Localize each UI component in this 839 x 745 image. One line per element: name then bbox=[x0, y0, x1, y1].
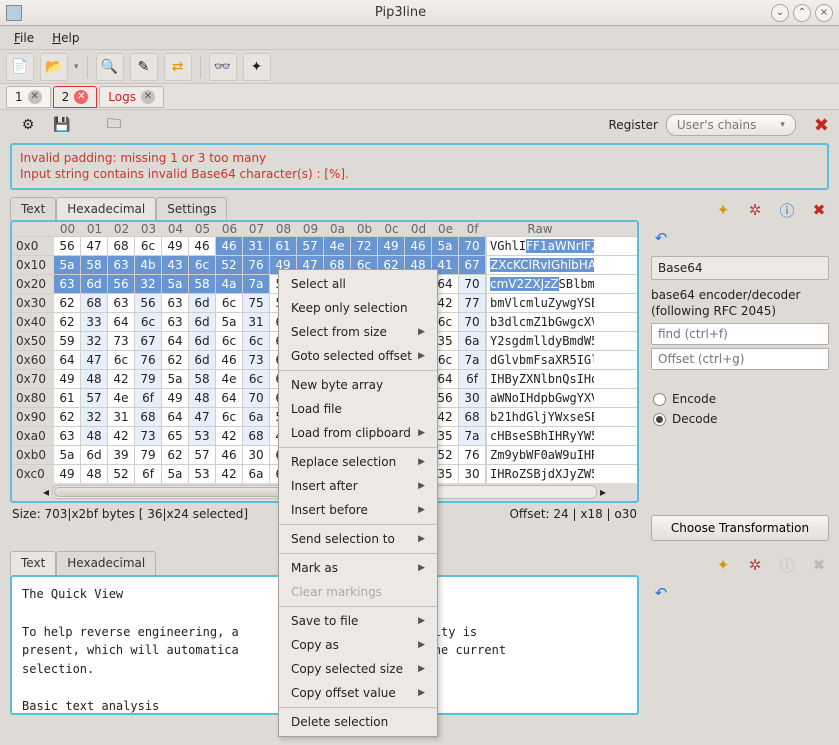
result-tab-text[interactable]: Text bbox=[10, 551, 56, 575]
edit-icon[interactable]: ✎ bbox=[130, 53, 158, 81]
transform-name: Base64 bbox=[651, 256, 829, 280]
tab-settings[interactable]: Settings bbox=[156, 197, 227, 220]
new-icon[interactable]: 📄 bbox=[6, 53, 34, 81]
app-icon bbox=[6, 5, 22, 21]
ctx-save-to-file[interactable]: Save to file▶ bbox=[279, 609, 437, 633]
delete-icon-disabled: ✖ bbox=[809, 555, 829, 575]
ctx-replace-selection[interactable]: Replace selection▶ bbox=[279, 450, 437, 474]
ctx-mark-as[interactable]: Mark as▶ bbox=[279, 556, 437, 580]
wand-icon[interactable]: ✦ bbox=[243, 53, 271, 81]
tab-text[interactable]: Text bbox=[10, 197, 56, 220]
save-icon[interactable]: 💾 bbox=[48, 111, 76, 139]
close-icon[interactable]: ✕ bbox=[74, 90, 88, 104]
undo-icon[interactable]: ↶ bbox=[651, 228, 671, 248]
offset-status: Offset: 24 | x18 | o30 bbox=[509, 507, 637, 521]
ctx-load-file[interactable]: Load file bbox=[279, 397, 437, 421]
gear2-icon[interactable]: ✲ bbox=[745, 200, 765, 220]
doc-tab-logs[interactable]: Logs✕ bbox=[99, 86, 164, 108]
doc-tab-1[interactable]: 1✕ bbox=[6, 86, 51, 108]
context-menu: Select all Keep only selection Select fr… bbox=[278, 269, 438, 737]
tab-hexadecimal[interactable]: Hexadecimal bbox=[56, 197, 156, 220]
ctx-goto-offset[interactable]: Goto selected offset▶ bbox=[279, 344, 437, 368]
undo-icon[interactable]: ↶ bbox=[651, 583, 671, 603]
ctx-clear-markings: Clear markings bbox=[279, 580, 437, 604]
menu-file[interactable]: File bbox=[6, 28, 42, 48]
ctx-new-byte-array[interactable]: New byte array bbox=[279, 373, 437, 397]
ctx-keep-selection[interactable]: Keep only selection bbox=[279, 296, 437, 320]
encode-radio[interactable]: Encode bbox=[651, 389, 829, 409]
result-tab-hex[interactable]: Hexadecimal bbox=[56, 551, 156, 575]
ctx-copy-as[interactable]: Copy as▶ bbox=[279, 633, 437, 657]
info-icon[interactable]: ⓘ bbox=[777, 200, 797, 220]
close-window-button[interactable]: × bbox=[815, 4, 833, 22]
swap-icon[interactable]: ⇄ bbox=[164, 53, 192, 81]
ctx-insert-before[interactable]: Insert before▶ bbox=[279, 498, 437, 522]
ctx-select-from-size[interactable]: Select from size▶ bbox=[279, 320, 437, 344]
folder-icon[interactable]: 🗀 bbox=[100, 111, 128, 139]
maximize-button[interactable]: ⌃ bbox=[793, 4, 811, 22]
zoom-icon[interactable]: 🔍 bbox=[96, 53, 124, 81]
menu-help[interactable]: Help bbox=[44, 28, 87, 48]
offset-input[interactable] bbox=[651, 348, 829, 370]
ctx-load-clipboard[interactable]: Load from clipboard▶ bbox=[279, 421, 437, 445]
ctx-copy-selected-size[interactable]: Copy selected size▶ bbox=[279, 657, 437, 681]
info-icon-disabled: ⓘ bbox=[777, 555, 797, 575]
ctx-delete-selection[interactable]: Delete selection bbox=[279, 710, 437, 734]
broom-icon[interactable]: ✦ bbox=[713, 200, 733, 220]
register-label: Register bbox=[609, 118, 658, 132]
register-select[interactable]: User's chains▾ bbox=[666, 114, 796, 136]
find-input[interactable] bbox=[651, 323, 829, 345]
window-title: Pip3line bbox=[30, 5, 771, 20]
decode-radio[interactable]: Decode bbox=[651, 409, 829, 429]
gear-icon[interactable]: ⚙ bbox=[14, 111, 42, 139]
ctx-insert-after[interactable]: Insert after▶ bbox=[279, 474, 437, 498]
transform-desc: base64 encoder/decoder (following RFC 20… bbox=[651, 288, 829, 319]
close-icon[interactable]: ✕ bbox=[141, 90, 155, 104]
close-panel-icon[interactable]: ✖ bbox=[814, 115, 829, 136]
error-box: Invalid padding: missing 1 or 3 too many… bbox=[10, 143, 829, 190]
ctx-send-selection[interactable]: Send selection to▶ bbox=[279, 527, 437, 551]
open-icon[interactable]: 📂 bbox=[40, 53, 68, 81]
ctx-select-all[interactable]: Select all bbox=[279, 272, 437, 296]
ctx-copy-offset-value[interactable]: Copy offset value▶ bbox=[279, 681, 437, 705]
broom-icon[interactable]: ✦ bbox=[713, 555, 733, 575]
close-icon[interactable]: ✕ bbox=[28, 90, 42, 104]
choose-transformation-button[interactable]: Choose Transformation bbox=[651, 515, 829, 541]
binoculars-icon[interactable]: 👓 bbox=[209, 53, 237, 81]
size-status: Size: 703|x2bf bytes [ 36|x24 selected] bbox=[12, 507, 248, 521]
gear2-icon[interactable]: ✲ bbox=[745, 555, 765, 575]
delete-icon[interactable]: ✖ bbox=[809, 200, 829, 220]
doc-tab-2[interactable]: 2✕ bbox=[53, 86, 98, 108]
minimize-button[interactable]: ⌄ bbox=[771, 4, 789, 22]
